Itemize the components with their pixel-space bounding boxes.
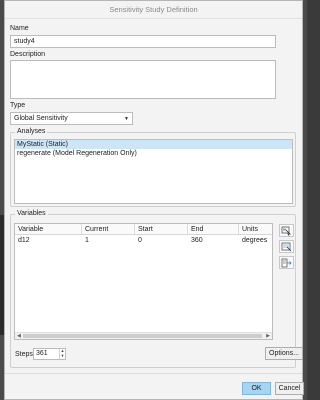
column-header-end[interactable]: End xyxy=(188,224,239,234)
steps-label: Steps xyxy=(15,351,33,358)
sensitivity-study-dialog: Sensitivity Study Definition Name study4… xyxy=(4,0,304,400)
analyses-group-title: Analyses xyxy=(15,128,48,135)
variables-table[interactable]: Variable Current Start End Units d12 1 0… xyxy=(14,223,273,340)
select-parameter-button[interactable] xyxy=(279,240,294,253)
options-button[interactable]: Options... xyxy=(265,347,303,360)
steps-spin-buttons[interactable]: ▲ ▼ xyxy=(59,348,65,359)
description-field[interactable] xyxy=(10,60,276,99)
background-window-right xyxy=(303,0,307,400)
column-header-units[interactable]: Units xyxy=(239,224,272,234)
steps-spinner[interactable]: 361 ▲ ▼ xyxy=(33,348,66,360)
select-parameter-icon xyxy=(281,242,292,251)
type-select-value: Global Sensitivity xyxy=(14,115,68,122)
cell-units[interactable]: degrees xyxy=(239,235,272,246)
select-dimension-button[interactable] xyxy=(279,224,294,237)
remove-variable-icon xyxy=(281,258,292,267)
cell-start[interactable]: 0 xyxy=(135,235,188,246)
remove-variable-button[interactable] xyxy=(279,256,294,269)
column-header-current[interactable]: Current xyxy=(82,224,135,234)
variables-group: Variables Variable Current Start End Uni… xyxy=(10,210,303,368)
type-select[interactable]: Global Sensitivity ▼ xyxy=(10,112,133,125)
horizontal-scrollbar[interactable]: ◀ ▶ xyxy=(15,332,272,339)
analyses-list[interactable]: MyStatic (Static) regenerate (Model Rege… xyxy=(14,139,293,204)
name-label: Name xyxy=(10,25,29,32)
analyses-group: Analyses MyStatic (Static) regenerate (M… xyxy=(10,128,296,207)
analysis-item-regenerate[interactable]: regenerate (Model Regeneration Only) xyxy=(15,149,292,158)
ok-button[interactable]: OK xyxy=(242,382,271,395)
analysis-item-mystatic[interactable]: MyStatic (Static) xyxy=(15,140,292,149)
dialog-title: Sensitivity Study Definition xyxy=(109,5,198,14)
cell-end[interactable]: 360 xyxy=(188,235,239,246)
select-dimension-icon xyxy=(281,226,291,236)
name-field[interactable]: study4 xyxy=(10,35,276,48)
table-row[interactable]: d12 1 0 360 degrees xyxy=(15,235,272,246)
cell-variable[interactable]: d12 xyxy=(15,235,82,246)
column-header-start[interactable]: Start xyxy=(135,224,188,234)
footer-divider xyxy=(5,373,302,374)
cancel-button[interactable]: Cancel xyxy=(275,382,304,395)
dialog-titlebar[interactable]: Sensitivity Study Definition xyxy=(5,1,302,19)
type-label: Type xyxy=(10,102,26,109)
chevron-down-icon: ▼ xyxy=(124,115,129,122)
variables-table-header: Variable Current Start End Units xyxy=(15,224,272,235)
scroll-left-icon[interactable]: ◀ xyxy=(17,333,21,340)
cell-current[interactable]: 1 xyxy=(82,235,135,246)
steps-value: 361 xyxy=(36,350,48,357)
scrollbar-thumb[interactable] xyxy=(23,334,262,338)
column-header-variable[interactable]: Variable xyxy=(15,224,82,234)
description-label: Description xyxy=(10,51,46,58)
scroll-right-icon[interactable]: ▶ xyxy=(266,333,270,340)
variables-group-title: Variables xyxy=(15,210,48,217)
